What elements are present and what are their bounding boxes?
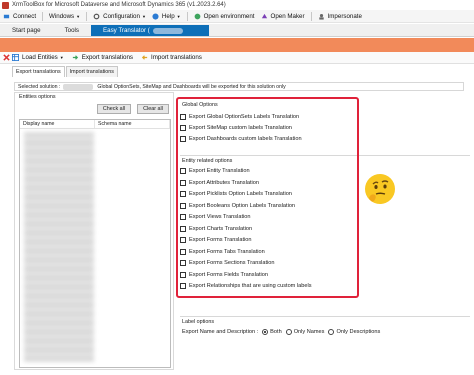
export-name-description-row: Export Name and Description : Both Only … (182, 328, 381, 335)
separator (310, 11, 312, 21)
export-name-description-label: Export Name and Description : (182, 328, 259, 335)
user-icon (318, 13, 324, 20)
document-tab-strip: Start page Tools Easy Translator ( (0, 24, 474, 37)
highlight-annotation-box (176, 97, 359, 298)
clear-all-button[interactable]: Clear all (137, 104, 169, 114)
help-menu[interactable]: Help ▼ (152, 13, 181, 20)
selected-solution-label: Selected solution : (18, 83, 61, 90)
separator (186, 11, 188, 21)
selected-solution-bar: Selected solution : Global OptionSets, S… (14, 82, 464, 91)
configuration-menu[interactable]: Configuration ▼ (93, 13, 146, 20)
gear-icon (93, 13, 100, 19)
column-schema-name[interactable]: Schema name (95, 120, 170, 128)
window-title-bar: XrmToolBox for Microsoft Dataverse and M… (0, 0, 474, 10)
column-display-name[interactable]: Display name (20, 120, 95, 128)
entities-options-panel: Entities options Check all Clear all Dis… (14, 92, 174, 370)
redacted-entity-rows (24, 132, 94, 362)
tab-export-translations[interactable]: Export translations (12, 66, 65, 77)
import-translations-button[interactable]: Import translations (141, 54, 202, 61)
separator (86, 11, 88, 21)
radio-only-descriptions[interactable] (328, 328, 335, 335)
chevron-down-icon: ▼ (176, 13, 181, 19)
window-title: XrmToolBox for Microsoft Dataverse and M… (12, 2, 226, 8)
thinking-face-emoji-icon (365, 174, 395, 204)
plugin-toolbar: Load Entities ▼ Export translations Impor… (0, 52, 474, 64)
table-icon (12, 54, 19, 61)
tab-easy-translator[interactable]: Easy Translator ( (91, 25, 209, 36)
chevron-down-icon: ▼ (76, 13, 81, 19)
open-maker-button[interactable]: Open Maker (261, 13, 305, 20)
windows-menu[interactable]: Windows ▼ (49, 13, 80, 20)
entities-options-legend: Entities options (18, 94, 57, 100)
redacted-connection-name (152, 27, 183, 34)
tab-import-translations[interactable]: Import translations (65, 66, 118, 77)
impersonate-button[interactable]: Impersonate (318, 13, 362, 20)
plug-icon (3, 14, 10, 18)
chevron-down-icon: ▼ (141, 13, 146, 19)
entities-list[interactable]: Display name Schema name (19, 119, 171, 368)
separator (42, 11, 44, 21)
check-all-button[interactable]: Check all (97, 104, 131, 114)
connect-button[interactable]: Connect (3, 13, 36, 20)
load-entities-button[interactable]: Load Entities ▼ (12, 54, 64, 61)
label-options-group: Label options Export Name and Descriptio… (180, 316, 470, 346)
inner-tab-strip: Export translations Import translations (12, 66, 119, 77)
import-icon (141, 55, 148, 60)
tab-start-page[interactable]: Start page (0, 25, 53, 36)
xrmtoolbox-logo-icon (2, 1, 9, 9)
globe-icon (194, 13, 200, 19)
entities-list-header: Display name Schema name (20, 120, 170, 129)
label-options-legend: Label options (182, 319, 215, 325)
tab-tools[interactable]: Tools (53, 25, 91, 36)
close-icon[interactable] (3, 54, 10, 61)
radio-only-names[interactable] (285, 328, 292, 335)
export-translations-button[interactable]: Export translations (72, 54, 133, 61)
export-icon (72, 55, 78, 60)
solution-info-message: Global OptionSets, SiteMap and Dashboard… (97, 83, 286, 90)
radio-both[interactable] (262, 328, 269, 335)
chevron-down-icon: ▼ (59, 55, 64, 60)
open-environment-button[interactable]: Open environment (194, 13, 255, 20)
main-menubar: Connect Windows ▼ Configuration ▼ Help ▼ Op… (0, 10, 474, 23)
redacted-solution-name (63, 83, 94, 90)
environment-color-band (0, 38, 474, 52)
help-icon (152, 12, 159, 20)
maker-icon (261, 13, 267, 18)
